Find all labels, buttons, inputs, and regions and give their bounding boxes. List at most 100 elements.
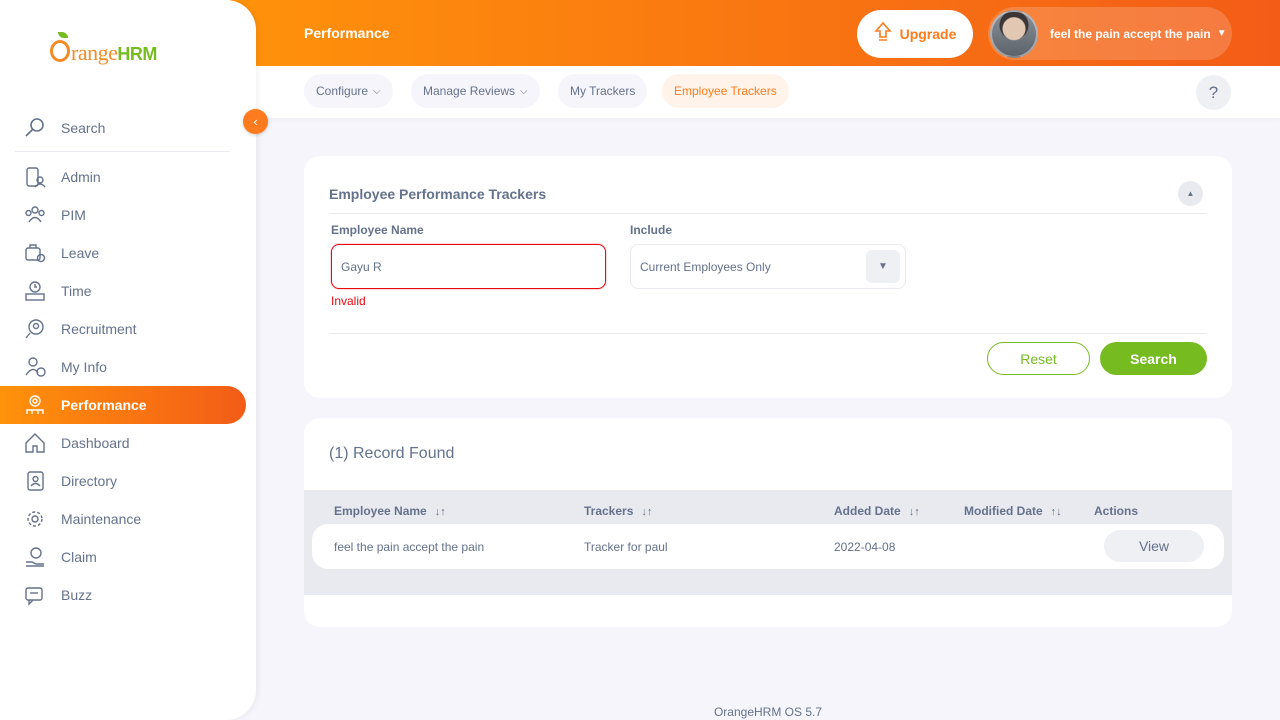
chevron-down-icon: ⌵ (373, 85, 381, 97)
column-header-employee-name[interactable]: Employee Name ↓↑ (334, 504, 446, 518)
view-label: View (1138, 538, 1170, 554)
tab-my-trackers[interactable]: My Trackers (558, 74, 648, 108)
sidebar-item-pim[interactable]: PIM (0, 196, 246, 234)
sidebar-item-directory[interactable]: Directory (0, 462, 246, 500)
chevron-left-icon: ‹ (253, 114, 258, 129)
cell-tracker: Tracker for paul (584, 540, 668, 554)
sidebar-item-claim[interactable]: Claim (0, 538, 246, 576)
sidebar-item-label: PIM (61, 207, 86, 223)
collapse-filter-button[interactable]: ▲ (1178, 181, 1203, 206)
cell-added-date: 2022-04-08 (834, 540, 896, 554)
user-dropdown[interactable]: feel the pain accept the pain ▼ (988, 7, 1232, 60)
recruitment-icon (23, 317, 47, 341)
search-label: Search (1130, 350, 1177, 367)
sidebar-item-label: Time (61, 283, 92, 299)
sidebar-search-label: Search (61, 119, 106, 136)
column-header-added-date[interactable]: Added Date ↓↑ (834, 504, 920, 518)
sidebar-item-leave[interactable]: Leave (0, 234, 246, 272)
sidebar-item-recruitment[interactable]: Recruitment (0, 310, 246, 348)
page-title: Performance (304, 25, 390, 41)
sidebar-search[interactable]: Search (15, 104, 230, 152)
dashboard-icon (23, 431, 47, 455)
sort-icon[interactable]: ↓↑ (641, 506, 652, 518)
employee-name-value: Gayu R (341, 259, 382, 274)
sidebar-item-label: My Info (61, 359, 107, 375)
my-info-icon (23, 355, 47, 379)
orange-logo-icon (50, 40, 70, 62)
footer-version: OrangeHRM OS 5.7 (713, 705, 823, 719)
upgrade-button[interactable]: Upgrade (857, 10, 973, 58)
sidebar-item-label: Claim (61, 549, 97, 565)
tab-employee-trackers[interactable]: Employee Trackers (662, 74, 789, 108)
view-button[interactable]: View (1104, 530, 1204, 562)
sidebar-item-label: Directory (61, 473, 118, 489)
include-label: Include (630, 223, 673, 237)
sidebar-item-dashboard[interactable]: Dashboard (0, 424, 246, 462)
column-label: Added Date (834, 504, 901, 518)
sort-icon[interactable]: ↓↑ (909, 506, 920, 518)
include-value: Current Employees Only (640, 259, 771, 274)
tab-label: My Trackers (570, 84, 636, 98)
column-header-modified-date[interactable]: Modified Date ↑↓ (964, 504, 1062, 518)
sidebar-item-my-info[interactable]: My Info (0, 348, 246, 386)
table-row[interactable]: feel the pain accept the pain Tracker fo… (312, 524, 1224, 569)
time-icon (23, 279, 47, 303)
help-icon: ? (1208, 82, 1219, 102)
sidebar-item-admin[interactable]: Admin (0, 158, 246, 196)
tab-label: Manage Reviews (423, 84, 516, 98)
sidebar-nav: Admin PIM Leave Time Recruitment My Info… (0, 158, 256, 614)
pim-icon (23, 203, 47, 227)
tab-configure[interactable]: Configure ⌵ (304, 74, 393, 108)
column-header-trackers[interactable]: Trackers ↓↑ (584, 504, 652, 518)
sidebar-item-time[interactable]: Time (0, 272, 246, 310)
brand-name-suffix: HRM (117, 44, 157, 64)
divider (329, 213, 1207, 214)
column-header-actions: Actions (1094, 504, 1138, 518)
caret-down-icon: ▼ (1216, 28, 1227, 39)
directory-icon (23, 469, 47, 493)
sidebar-item-label: Leave (61, 245, 100, 261)
sidebar-item-label: Maintenance (61, 511, 142, 527)
tab-label: Configure (316, 84, 369, 98)
upgrade-arrow-icon (873, 21, 892, 48)
top-nav-tabs: Configure ⌵ Manage Reviews ⌵ My Trackers E… (256, 66, 1280, 118)
sidebar-item-label: Recruitment (61, 321, 137, 337)
records-found: (1) Record Found (329, 445, 455, 462)
brand-name-prefix: range (71, 40, 118, 65)
employee-name-input[interactable]: Gayu R (331, 244, 606, 289)
include-select[interactable]: Current Employees Only ▼ (630, 244, 906, 289)
employee-name-label: Employee Name (331, 223, 424, 237)
user-name: feel the pain accept the pain (1050, 26, 1211, 41)
results-panel: (1) Record Found Employee Name ↓↑ Tracker… (304, 418, 1232, 627)
sidebar-item-maintenance[interactable]: Maintenance (0, 500, 246, 538)
search-button[interactable]: Search (1100, 342, 1207, 375)
chevron-down-icon: ⌵ (520, 85, 528, 97)
sidebar: rangeHRM Search Admin PIM Leave Time Rec… (0, 0, 256, 720)
tab-label: Employee Trackers (674, 84, 777, 98)
tab-manage-reviews[interactable]: Manage Reviews ⌵ (411, 74, 540, 108)
leave-icon (23, 241, 47, 265)
caret-up-icon: ▲ (1186, 189, 1195, 198)
sort-icon[interactable]: ↑↓ (1051, 506, 1062, 518)
search-icon (23, 116, 47, 140)
divider (329, 333, 1207, 334)
buzz-icon (23, 583, 47, 607)
employee-name-error: Invalid (331, 294, 366, 308)
sidebar-item-label: Buzz (61, 587, 93, 603)
admin-icon (23, 165, 47, 189)
caret-down-icon: ▼ (866, 250, 900, 283)
filter-title: Employee Performance Trackers (329, 186, 547, 202)
avatar (990, 9, 1038, 58)
upgrade-label: Upgrade (899, 26, 957, 42)
reset-label: Reset (1020, 350, 1057, 367)
sidebar-item-buzz[interactable]: Buzz (0, 576, 246, 614)
column-label: Employee Name (334, 504, 427, 518)
sort-icon[interactable]: ↓↑ (435, 506, 446, 518)
cell-employee-name: feel the pain accept the pain (334, 540, 485, 554)
sidebar-item-performance[interactable]: Performance (0, 386, 246, 424)
maintenance-icon (23, 507, 47, 531)
collapse-sidebar-button[interactable]: ‹ (243, 109, 268, 134)
help-button[interactable]: ? (1196, 75, 1231, 110)
performance-icon (23, 393, 47, 417)
reset-button[interactable]: Reset (987, 342, 1090, 375)
